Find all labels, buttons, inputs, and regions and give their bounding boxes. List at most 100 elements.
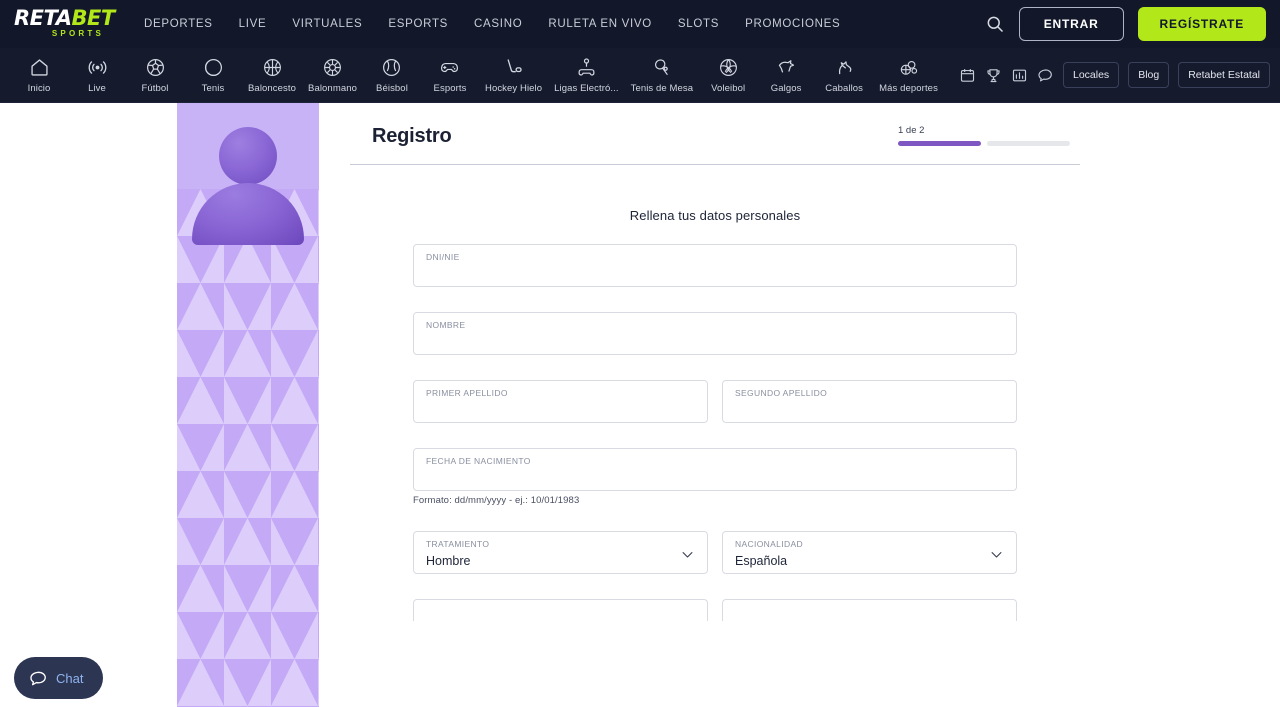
field-nombre: NOMBRE: [413, 312, 1017, 355]
next-right-input[interactable]: [722, 599, 1017, 621]
nav-live[interactable]: LIVE: [239, 18, 267, 30]
field-tratamiento: TRATAMIENTO Hombre: [413, 531, 708, 574]
sport-label: Tenis: [201, 82, 225, 94]
sport-item-tenis[interactable]: Tenis: [184, 57, 242, 94]
page-body: Registro 1 de 2 Rellena tus datos person…: [0, 103, 1280, 707]
field-primer-apellido: PRIMER APELLIDO: [413, 380, 708, 423]
progress-segment-1: [898, 141, 981, 146]
tratamiento-select[interactable]: TRATAMIENTO Hombre: [413, 531, 708, 574]
sport-item-hockey-hielo[interactable]: Hockey Hielo: [479, 57, 548, 94]
pill-locales[interactable]: Locales: [1062, 62, 1120, 88]
decorative-side-panel: [177, 103, 319, 707]
sport-label: Béisbol: [376, 82, 408, 94]
progress-track: [898, 141, 1070, 146]
nacionalidad-select[interactable]: NACIONALIDAD Española: [722, 531, 1017, 574]
sport-item-galgos[interactable]: Galgos: [757, 57, 815, 94]
progress-segment-2: [987, 141, 1070, 146]
login-button[interactable]: ENTRAR: [1018, 7, 1124, 41]
more-sports-icon: [898, 57, 919, 83]
primer-apellido-label: PRIMER APELLIDO: [426, 388, 508, 398]
sport-item-futbol[interactable]: Fútbol: [126, 57, 184, 94]
logo-wordmark: RETABET: [14, 6, 115, 30]
nombre-label: NOMBRE: [426, 320, 466, 330]
sports-bar-right-actions: Locales Blog Retabet Estatal: [959, 62, 1270, 88]
fecha-nacimiento-hint: Formato: dd/mm/yyyy - ej.: 10/01/1983: [413, 495, 580, 506]
registration-form: Registro 1 de 2 Rellena tus datos person…: [350, 103, 1080, 707]
nav-virtuales[interactable]: VIRTUALES: [292, 18, 362, 30]
sport-item-tenis-de-mesa[interactable]: Tenis de Mesa: [625, 57, 700, 94]
retabet-logo[interactable]: RETABET SPORTS: [14, 6, 115, 41]
field-dni: DNI/NIE: [413, 244, 1017, 287]
page-title: Registro: [372, 125, 452, 147]
logo-reta-text: RETA: [14, 6, 72, 30]
volleyball-icon: [718, 57, 739, 83]
top-right-actions: ENTRAR REGÍSTRATE: [985, 7, 1266, 41]
field-next-left-partial: [413, 599, 708, 621]
sport-label: Voleibol: [711, 82, 746, 94]
nacionalidad-label: NACIONALIDAD: [735, 539, 803, 549]
nombre-input[interactable]: NOMBRE: [413, 312, 1017, 355]
handball-icon: [322, 57, 343, 83]
sport-label: Esports: [433, 82, 467, 94]
nav-ruleta-en-vivo[interactable]: RULETA EN VIVO: [548, 18, 652, 30]
pill-blog[interactable]: Blog: [1128, 62, 1170, 88]
calendar-icon[interactable]: [959, 67, 976, 84]
sport-item-beisbol[interactable]: Béisbol: [363, 57, 421, 94]
sport-label: Inicio: [27, 82, 51, 94]
chat-widget-button[interactable]: Chat: [14, 657, 104, 699]
trophy-icon[interactable]: [985, 67, 1002, 84]
basketball-icon: [262, 57, 283, 83]
top-navigation-bar: RETABET SPORTS DEPORTES LIVE VIRTUALES E…: [0, 0, 1280, 48]
fecha-nacimiento-label: FECHA DE NACIMIENTO: [426, 456, 531, 466]
chat-bubble-icon: [29, 669, 48, 688]
table-tennis-icon: [651, 57, 672, 83]
sport-item-caballos[interactable]: Caballos: [815, 57, 873, 94]
form-subtitle: Rellena tus datos personales: [629, 208, 801, 223]
next-left-input[interactable]: [413, 599, 708, 621]
sport-item-esports[interactable]: Esports: [421, 57, 479, 94]
primer-apellido-input[interactable]: PRIMER APELLIDO: [413, 380, 708, 423]
registration-progress: 1 de 2: [898, 125, 1070, 148]
nav-casino[interactable]: CASINO: [474, 18, 522, 30]
tennis-ball-icon: [203, 57, 224, 83]
home-icon: [29, 57, 50, 83]
sport-item-balonmano[interactable]: Balonmano: [302, 57, 363, 94]
tratamiento-value: Hombre: [426, 554, 471, 568]
sport-item-mas-deportes[interactable]: Más deportes: [873, 57, 944, 94]
chat-bubble-icon[interactable]: [1037, 67, 1054, 84]
ice-hockey-icon: [503, 57, 524, 83]
stats-bar-icon[interactable]: [1011, 67, 1028, 84]
sport-item-baloncesto[interactable]: Baloncesto: [242, 57, 302, 94]
form-header: Registro 1 de 2: [350, 103, 1080, 165]
nav-esports[interactable]: ESPORTS: [388, 18, 448, 30]
form-fields: DNI/NIE NOMBRE PRIMER APELLIDO SEGUNDO A…: [350, 244, 1080, 646]
next-fields-row-partial: [413, 599, 1017, 646]
field-nacionalidad: NACIONALIDAD Española: [722, 531, 1017, 574]
dni-input[interactable]: DNI/NIE: [413, 244, 1017, 287]
field-segundo-apellido: SEGUNDO APELLIDO: [722, 380, 1017, 423]
dni-label: DNI/NIE: [426, 252, 460, 262]
chevron-pattern: [177, 189, 319, 707]
segundo-apellido-input[interactable]: SEGUNDO APELLIDO: [722, 380, 1017, 423]
sport-item-live[interactable]: Live: [68, 57, 126, 94]
sport-label: Live: [88, 82, 106, 94]
sport-item-ligas-electronicas[interactable]: Ligas Electró...: [548, 57, 624, 94]
sport-label: Fútbol: [141, 82, 169, 94]
logo-bet-text: BET: [71, 6, 115, 30]
field-next-right-partial: [722, 599, 1017, 621]
nav-promociones[interactable]: PROMOCIONES: [745, 18, 840, 30]
avatar-body-icon: [192, 183, 304, 245]
pill-retabet-estatal[interactable]: Retabet Estatal: [1178, 62, 1270, 88]
gamepad-icon: [439, 57, 460, 83]
search-icon[interactable]: [985, 14, 1005, 34]
tratamiento-nacionalidad-row: TRATAMIENTO Hombre NACIONALIDAD Española: [413, 531, 1017, 599]
baseball-icon: [381, 57, 402, 83]
progress-step-label: 1 de 2: [898, 125, 925, 136]
register-button[interactable]: REGÍSTRATE: [1137, 7, 1266, 41]
apellidos-row: PRIMER APELLIDO SEGUNDO APELLIDO: [413, 380, 1017, 448]
sport-item-voleibol[interactable]: Voleibol: [699, 57, 757, 94]
fecha-nacimiento-input[interactable]: FECHA DE NACIMIENTO: [413, 448, 1017, 491]
nav-slots[interactable]: SLOTS: [678, 18, 719, 30]
sport-item-inicio[interactable]: Inicio: [10, 57, 68, 94]
nav-deportes[interactable]: DEPORTES: [144, 18, 213, 30]
